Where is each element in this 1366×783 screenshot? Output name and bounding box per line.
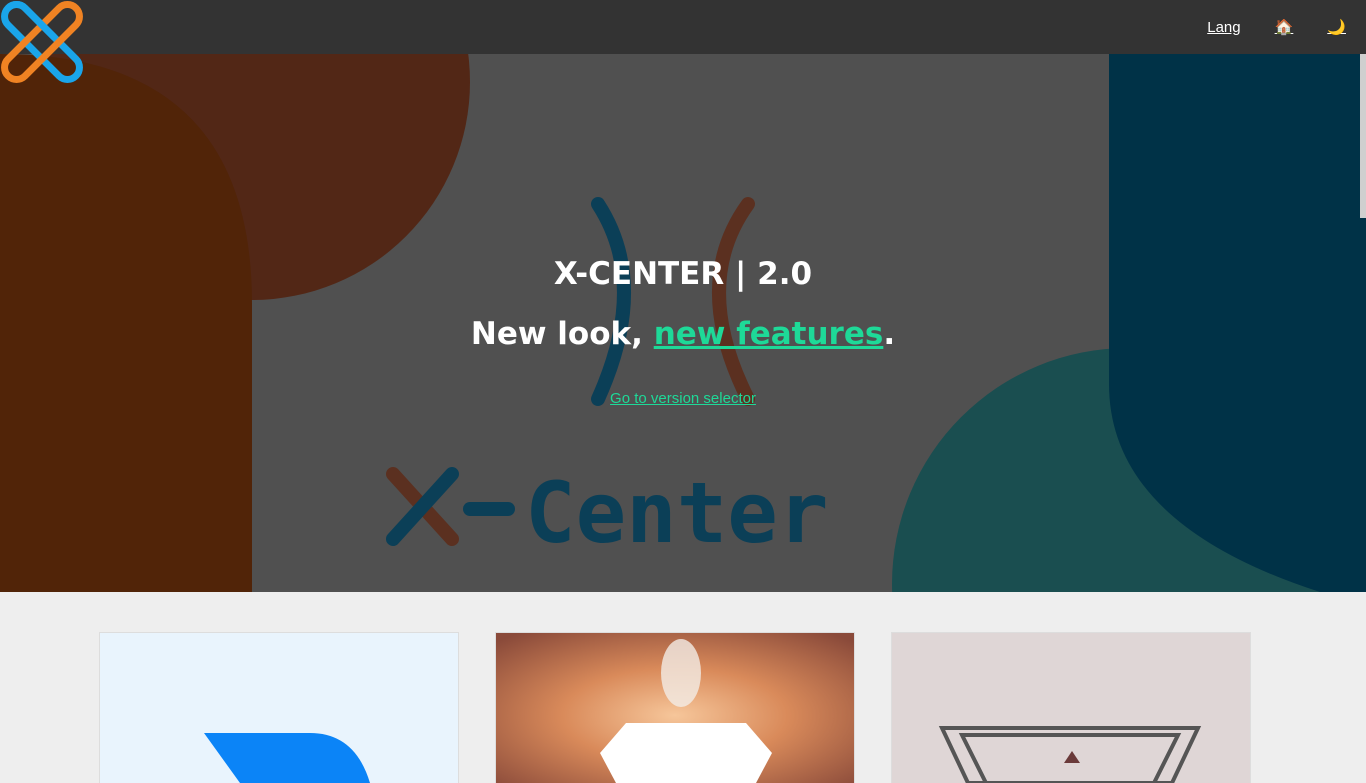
nav-links: Lang 🏠 🌙 (1207, 0, 1346, 54)
top-navbar: Lang 🏠 🌙 (0, 0, 1366, 54)
hero-subtitle-prefix: New look, (470, 316, 654, 352)
new-features-link[interactable]: new features (654, 316, 884, 352)
hero-banner: Center X-CENTER | 2.0 New look, new feat… (0, 54, 1366, 592)
card-app-2[interactable] (495, 632, 855, 783)
white-diamond-logo-icon (496, 633, 854, 783)
crescent-moon-icon[interactable]: 🌙 (1327, 18, 1346, 36)
blue-arrow-logo-icon (204, 733, 370, 783)
triangle-logo-icon (938, 726, 1202, 783)
hero-text: X-CENTER | 2.0 New look, new features. G… (0, 54, 1366, 592)
hero-title: X-CENTER | 2.0 (553, 256, 813, 292)
xcenter-logo-icon[interactable] (0, 0, 84, 84)
scrollbar-thumb[interactable] (1360, 54, 1366, 218)
language-link[interactable]: Lang (1207, 19, 1240, 36)
version-selector-link-text[interactable]: Go to version selector (610, 390, 756, 407)
hero-subtitle-suffix: . (883, 316, 896, 352)
version-selector-link: Go to version selector (0, 390, 1366, 407)
app-cards (0, 592, 1366, 783)
house-icon[interactable]: 🏠 (1275, 18, 1294, 36)
card-app-3[interactable] (891, 632, 1251, 783)
hero-subtitle: New look, new features. (0, 316, 1366, 352)
card-app-1[interactable] (99, 632, 459, 783)
